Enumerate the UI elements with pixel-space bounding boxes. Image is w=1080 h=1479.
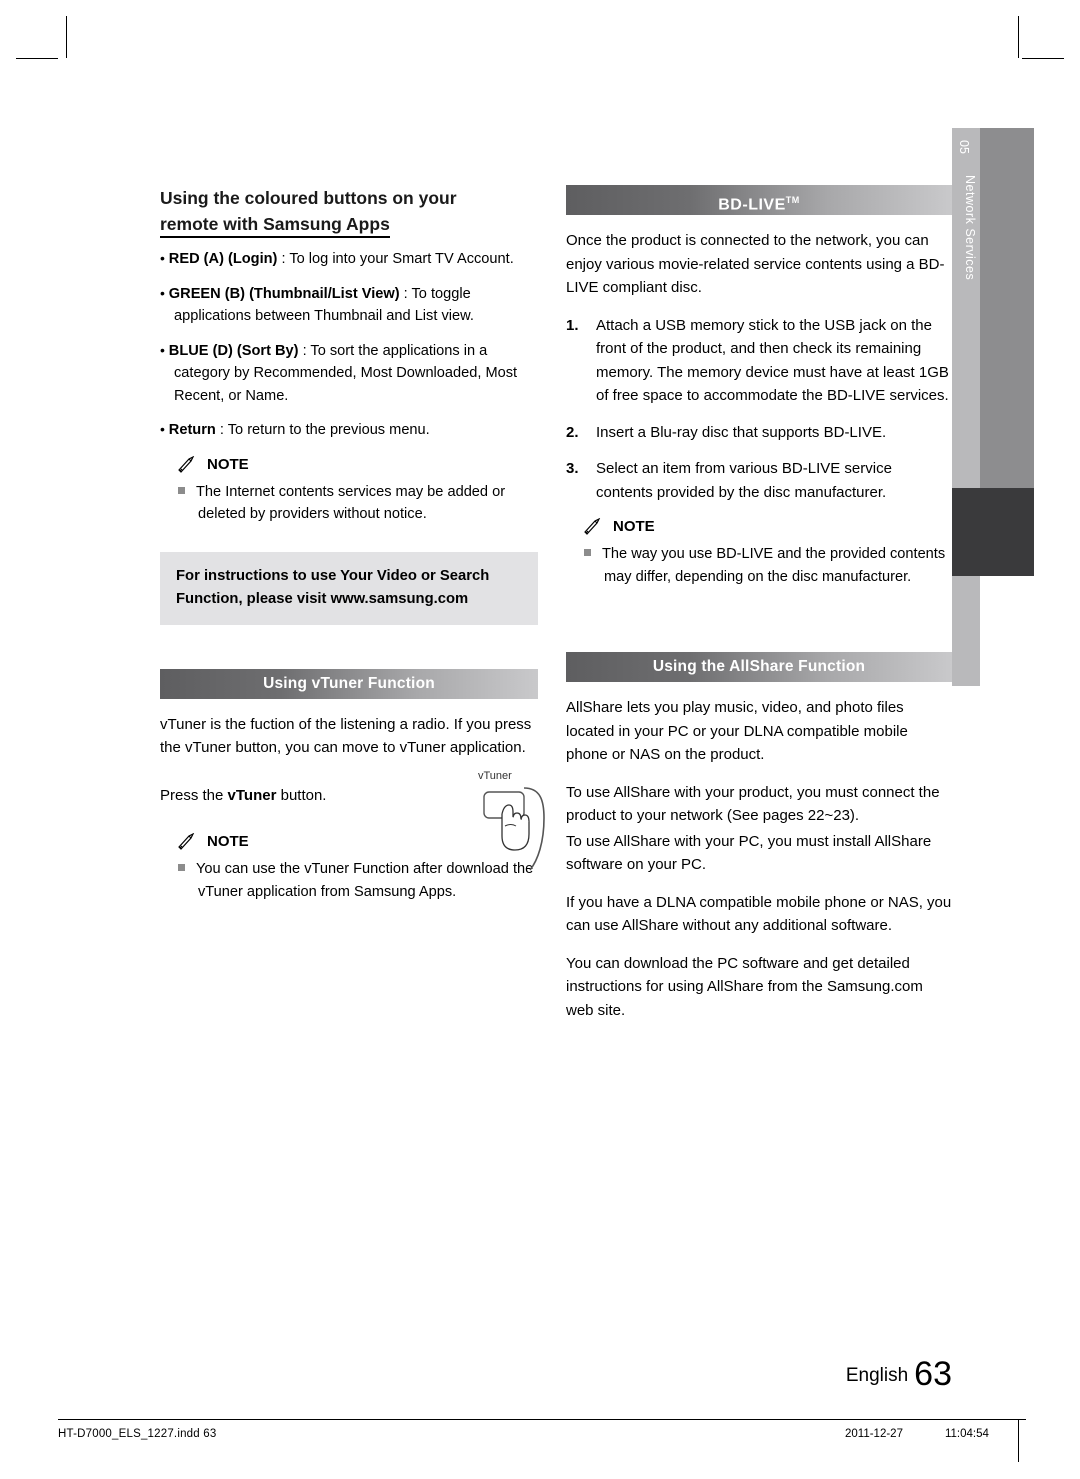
manual-page: 05 Network Services Using the coloured b… <box>0 0 1080 1479</box>
side-tab-inner <box>980 128 1034 488</box>
step-text: Attach a USB memory stick to the USB jac… <box>596 316 949 405</box>
list-item: The way you use BD-LIVE and the provided… <box>584 543 952 588</box>
square-bullet-icon <box>178 864 185 871</box>
bd-live-intro: Once the product is connected to the net… <box>566 232 945 296</box>
step-text: Insert a Blu-ray disc that supports BD-L… <box>596 423 887 441</box>
press-prefix: Press the <box>160 786 228 804</box>
list-item: 3. Select an item from various BD-LIVE se… <box>566 457 952 504</box>
bd-live-section-bar: BD-LIVETM <box>566 185 952 215</box>
vtuner-button-illustration: vTuner <box>478 770 550 880</box>
language-label: English <box>845 1365 909 1386</box>
step-text: Select an item from various BD-LIVE serv… <box>596 460 892 501</box>
note-label: NOTE <box>613 518 655 535</box>
footer-file-name: HT-D7000_ELS_1227.indd 63 <box>58 1428 217 1440</box>
note-text: The way you use BD-LIVE and the provided… <box>602 546 946 585</box>
crop-mark-top-left-v <box>66 16 67 58</box>
side-tab-chapter-number: 05 <box>957 140 971 154</box>
list-item: • GREEN (B) (Thumbnail/List View) : To t… <box>160 282 538 328</box>
left-section-heading: Using the coloured buttons on your remot… <box>160 185 538 238</box>
list-item: • RED (A) (Login) : To log into your Sma… <box>160 247 538 271</box>
page-footer-number: English 63 <box>846 1355 952 1394</box>
left-heading-line1: Using the coloured buttons on your <box>160 188 457 208</box>
note-pencil-icon <box>584 517 606 535</box>
note-pencil-icon <box>178 455 200 473</box>
side-tab-dark-block <box>952 488 1034 576</box>
info-box: For instructions to use Your Video or Se… <box>160 551 538 625</box>
square-bullet-icon <box>178 486 185 494</box>
note-label: NOTE <box>207 833 249 850</box>
step-number: 3. <box>566 460 579 477</box>
square-bullet-icon <box>584 549 591 556</box>
bullet-text: : To return to the previous menu. <box>215 422 430 438</box>
side-tab-section-label: Network Services <box>963 175 977 281</box>
bullet-dot: • <box>160 421 169 437</box>
list-item: 2. Insert a Blu-ray disc that supports BD… <box>566 421 952 445</box>
bd-live-title: BD-LIVE <box>718 196 786 214</box>
vtuner-intro-paragraph: vTuner is the fuction of the listening a… <box>160 715 532 757</box>
bd-live-tm: TM <box>785 195 800 205</box>
info-box-line1: For instructions to use Your Video or Se… <box>176 567 490 584</box>
allshare-section-bar: Using the AllShare Function <box>566 652 952 682</box>
list-item: • BLUE (D) (Sort By) : To sort the appli… <box>160 339 538 408</box>
footer-date: 2011-12-27 <box>845 1428 903 1440</box>
crop-mark-top-left-h <box>16 58 58 59</box>
allshare-paragraph: AllShare lets you play music, video, and… <box>566 699 908 763</box>
bullet-dot: • <box>160 341 169 358</box>
allshare-paragraph: If you have a DLNA compatible mobile pho… <box>566 893 952 935</box>
vtuner-button-label: vTuner <box>478 770 512 782</box>
vtuner-section-bar: Using vTuner Function <box>160 668 538 699</box>
footer-timestamp: 2011-12-27 11:04:54 <box>845 1428 989 1440</box>
bullet-dot: • <box>160 284 169 301</box>
coloured-buttons-list: • RED (A) (Login) : To log into your Sma… <box>160 247 538 442</box>
list-item: • Return : To return to the previous men… <box>160 418 538 442</box>
allshare-paragraph: To use AllShare with your PC, you must i… <box>566 832 932 874</box>
step-number: 1. <box>566 316 579 334</box>
bullet-label: BLUE (D) (Sort By) <box>168 342 299 359</box>
note-text: The Internet contents services may be ad… <box>196 483 506 523</box>
footer-divider <box>58 1419 1026 1420</box>
note-header: NOTE <box>584 517 952 535</box>
page-number: 63 <box>914 1355 952 1393</box>
bullet-label: RED (A) (Login) <box>168 251 278 267</box>
note-list: The way you use BD-LIVE and the provided… <box>584 543 952 588</box>
crop-mark-bottom-right-v <box>1018 1420 1019 1462</box>
bd-live-steps: 1. Attach a USB memory stick to the USB j… <box>566 314 952 505</box>
bullet-dot: • <box>160 250 169 266</box>
list-item: The Internet contents services may be ad… <box>178 481 538 526</box>
bullet-label: GREEN (B) (Thumbnail/List View) <box>168 285 400 302</box>
list-item: 1. Attach a USB memory stick to the USB j… <box>566 314 952 408</box>
note-label: NOTE <box>207 455 249 473</box>
left-heading-line2: remote with Samsung Apps <box>160 214 390 238</box>
press-suffix: button. <box>276 786 327 804</box>
allshare-paragraph: To use AllShare with your product, you m… <box>566 783 940 825</box>
info-box-line2: Function, please visit www.samsung.com <box>176 590 469 607</box>
bullet-label: Return <box>168 422 216 438</box>
note-header: NOTE <box>178 455 538 473</box>
footer-time: 11:04:54 <box>944 1428 989 1440</box>
crop-mark-top-right-v <box>1018 16 1019 58</box>
step-number: 2. <box>566 423 579 441</box>
note-pencil-icon <box>178 832 200 850</box>
press-bold: vTuner <box>227 786 277 804</box>
right-column: BD-LIVETM Once the product is connected … <box>566 185 952 1036</box>
bullet-text: : To log into your Smart TV Account. <box>277 251 514 267</box>
note-list: The Internet contents services may be ad… <box>178 481 538 526</box>
crop-mark-top-right-h <box>1022 58 1064 59</box>
allshare-paragraph: You can download the PC software and get… <box>566 954 923 1019</box>
